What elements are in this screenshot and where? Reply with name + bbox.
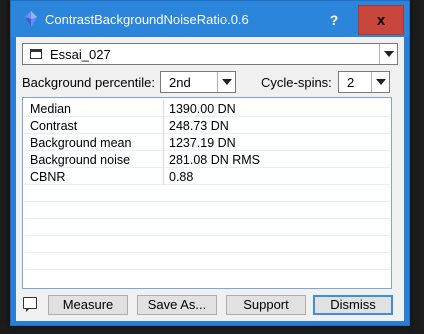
row-key: Contrast	[30, 119, 78, 133]
image-select[interactable]: Essai_027	[22, 43, 398, 65]
empty-row	[24, 236, 390, 253]
support-button[interactable]: Support	[226, 295, 306, 315]
row-value: 281.08 DN RMS	[169, 153, 261, 167]
table-row[interactable]: Median 1390.00 DN	[24, 100, 390, 117]
cycles-dropdown[interactable]	[371, 72, 389, 92]
row-key: Background noise	[30, 153, 131, 167]
dialog-window: ContrastBackgroundNoiseRatio.0.6 ? x Ess…	[10, 0, 410, 326]
chevron-down-icon	[376, 79, 386, 85]
row-key: CBNR	[30, 170, 66, 184]
percentile-value: 2nd	[169, 75, 191, 90]
row-value: 248.73 DN	[169, 119, 229, 133]
column-divider	[163, 134, 164, 151]
column-divider	[163, 151, 164, 168]
column-divider	[163, 100, 164, 117]
help-button[interactable]: ?	[308, 5, 360, 35]
table-row[interactable]: Background noise 281.08 DN RMS	[24, 151, 390, 168]
cycles-select[interactable]: 2	[338, 71, 390, 93]
image-select-value: Essai_027	[50, 47, 111, 62]
percentile-dropdown[interactable]	[217, 72, 235, 92]
log-icon[interactable]	[23, 297, 37, 312]
row-value: 0.88	[169, 170, 194, 184]
table-row[interactable]: CBNR 0.88	[24, 168, 390, 185]
percentile-select[interactable]: 2nd	[160, 71, 236, 93]
cycles-value: 2	[347, 75, 355, 90]
title-bar[interactable]: ContrastBackgroundNoiseRatio.0.6 ? x	[11, 1, 409, 37]
dismiss-button[interactable]: Dismiss	[313, 295, 393, 315]
measure-button[interactable]: Measure	[48, 295, 128, 315]
column-divider	[163, 168, 164, 185]
save-as-button[interactable]: Save As...	[137, 295, 217, 315]
image-select-dropdown[interactable]	[379, 44, 397, 64]
chevron-down-icon	[222, 79, 232, 85]
chevron-down-icon	[384, 51, 394, 57]
table-row[interactable]: Contrast 248.73 DN	[24, 117, 390, 134]
close-button[interactable]: x	[358, 5, 404, 35]
empty-row	[24, 185, 390, 202]
column-divider	[163, 117, 164, 134]
results-table[interactable]: Median 1390.00 DN Contrast 248.73 DN Bac…	[22, 97, 392, 289]
empty-row	[24, 219, 390, 236]
window-icon	[30, 49, 42, 59]
row-key: Background mean	[30, 136, 132, 150]
row-key: Median	[30, 102, 71, 116]
percentile-label: Background percentile:	[22, 75, 155, 90]
dialog-body: Essai_027 Background percentile: 2nd Cyc…	[16, 37, 404, 321]
row-value: 1390.00 DN	[169, 102, 236, 116]
window-title: ContrastBackgroundNoiseRatio.0.6	[45, 12, 249, 27]
button-bar: Measure Save As... Support Dismiss	[16, 293, 404, 317]
options-row: Background percentile: 2nd Cycle-spins: …	[16, 71, 404, 93]
empty-row	[24, 253, 390, 270]
cycles-label: Cycle-spins:	[261, 75, 332, 90]
table-row[interactable]: Background mean 1237.19 DN	[24, 134, 390, 151]
app-gem-icon	[25, 11, 37, 27]
empty-row	[24, 202, 390, 219]
row-value: 1237.19 DN	[169, 136, 236, 150]
